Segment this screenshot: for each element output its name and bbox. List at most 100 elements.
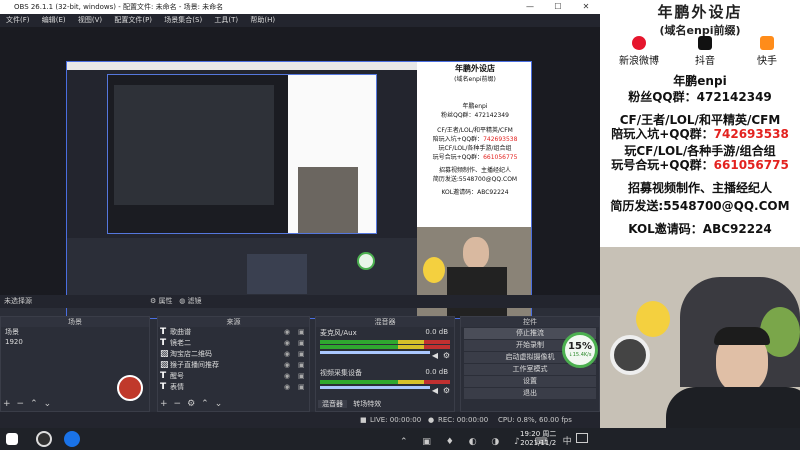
eye-icon[interactable]: ◉ — [284, 371, 290, 382]
add-icon[interactable]: + — [160, 399, 168, 409]
rec-icon: ● — [428, 416, 435, 424]
live-icon: ■ — [360, 416, 367, 424]
down-arrow-icon[interactable]: ⌄ — [44, 399, 52, 409]
speaker-icon[interactable]: ◀ — [432, 386, 438, 395]
source-item[interactable]: T 表情 ◉ ▣ — [158, 382, 309, 393]
eye-icon[interactable]: ◉ — [284, 382, 290, 393]
kuaishou-icon — [760, 36, 774, 50]
source-label: 表情 — [170, 383, 184, 391]
scene-item[interactable]: 1920 — [1, 337, 149, 347]
cpu-badge: 15% ↓15.4K/s — [562, 332, 598, 368]
windows-taskbar: ⌃ ▣ ♦ ◐ ◑ ♪ ⌨ 中 19:20 周二 2021/11/2 — [0, 428, 800, 450]
preview-area[interactable]: 年鹏外设店 (域名enpi前缀) 年鹏enpi 粉丝QQ群：472142349 … — [0, 27, 600, 319]
close-button[interactable]: ✕ — [576, 0, 596, 14]
clock-date: 2021/11/2 — [520, 439, 557, 447]
menu-profile[interactable]: 配置文件(P) — [114, 16, 152, 24]
obs-statusbar: ■ LIVE: 00:00:00 ● REC: 00:00:00 CPU: 0.… — [0, 412, 600, 428]
source-item[interactable]: ▨猴子直播间推荐 ◉ ▣ — [158, 360, 309, 371]
menu-scene-collection[interactable]: 场景集合(S) — [164, 16, 202, 24]
canvas-line1: CF/王者/LOL/和平精英/CFM — [437, 127, 513, 134]
text-source-icon: T — [160, 382, 167, 392]
gear-icon[interactable]: ⚙ — [187, 399, 195, 409]
browser-taskbar-icon[interactable] — [64, 431, 80, 447]
preview-canvas[interactable]: 年鹏外设店 (域名enpi前缀) 年鹏enpi 粉丝QQ群：472142349 … — [66, 61, 532, 319]
menu-help[interactable]: 帮助(H) — [250, 16, 275, 24]
canvas-line6: 简历发送:5548700@QQ.COM — [432, 176, 518, 183]
channel-db: 0.0 dB — [425, 328, 448, 336]
eye-icon[interactable]: ◉ — [284, 327, 290, 338]
promo-line2-prefix: 陪玩入坑+QQ群： — [611, 127, 714, 141]
promo-line6: 简历发送:5548700@QQ.COM — [610, 199, 790, 213]
scene-item[interactable]: 场景 — [1, 327, 149, 337]
remove-icon[interactable]: − — [17, 399, 25, 409]
eye-icon[interactable]: ◉ — [284, 338, 290, 349]
lock-icon[interactable]: ▣ — [298, 327, 305, 338]
windows-start-icon[interactable] — [6, 433, 18, 445]
tab-transitions[interactable]: 转场特效 — [349, 400, 385, 408]
volume-slider[interactable] — [320, 386, 431, 389]
text-source-icon: T — [160, 371, 167, 381]
sources-dock: 来源 T 歌曲谱 ◉ ▣ T 镜老二 ◉ ▣ ▨淘宝店二维码 ◉ ▣ ▨猴子直播间推荐 ◉ ▣ T醒… — [157, 316, 310, 412]
menu-tools[interactable]: 工具(T) — [214, 16, 238, 24]
properties-tabs: ⚙ 属性 ◍ 滤镜 — [150, 295, 202, 308]
notification-icon[interactable] — [576, 433, 588, 443]
gear-icon[interactable]: ⚙ — [443, 351, 450, 360]
eye-icon[interactable]: ◉ — [284, 360, 290, 371]
window-titlebar: OBS 26.1.1 (32-bit, windows) - 配置文件: 未命名… — [0, 0, 600, 14]
scenes-header: 场景 — [1, 317, 149, 327]
exit-button[interactable]: 退出 — [464, 388, 596, 399]
settings-button[interactable]: 设置 — [464, 376, 596, 387]
taskbar-clock[interactable]: 19:20 周二 2021/11/2 — [520, 429, 556, 447]
social-label: 快手 — [757, 56, 777, 67]
mixer-channel: 视频采集设备 0.0 dB — [316, 367, 454, 379]
lock-icon[interactable]: ▣ — [298, 371, 305, 382]
lock-icon[interactable]: ▣ — [298, 349, 305, 360]
canvas-subtitle: (域名enpi前缀) — [454, 76, 496, 83]
eye-icon[interactable]: ◉ — [284, 349, 290, 360]
promo-line2-num: 742693538 — [713, 127, 789, 141]
speaker-icon[interactable]: ◀ — [432, 351, 438, 360]
lock-icon[interactable]: ▣ — [298, 382, 305, 393]
gear-icon[interactable]: ⚙ — [443, 386, 450, 395]
up-arrow-icon[interactable]: ⌃ — [30, 399, 38, 409]
cpu-percent: 15% — [568, 341, 592, 352]
source-item[interactable]: T 醒号 ◉ ▣ — [158, 371, 309, 382]
menu-file[interactable]: 文件(F) — [6, 16, 30, 24]
menu-view[interactable]: 视图(V) — [78, 16, 102, 24]
tab-properties[interactable]: 属性 — [159, 297, 173, 305]
source-item[interactable]: ▨淘宝店二维码 ◉ ▣ — [158, 349, 309, 360]
social-weibo: 新浪微博 — [614, 36, 664, 67]
channel-name: 视频采集设备 — [320, 369, 362, 377]
up-arrow-icon[interactable]: ⌃ — [201, 399, 209, 409]
source-label: 醒号 — [170, 372, 184, 380]
tab-filters[interactable]: 滤镜 — [188, 297, 202, 305]
promo-line2: 陪玩入坑+QQ群：742693538 — [600, 125, 800, 142]
add-icon[interactable]: + — [3, 399, 11, 409]
source-item[interactable]: T 歌曲谱 ◉ ▣ — [158, 327, 309, 338]
streamer-name: 年鹏enpi — [673, 74, 727, 88]
volume-row: ◀ ⚙ — [316, 351, 454, 361]
minimize-button[interactable]: — — [520, 0, 540, 14]
source-item[interactable]: T 镜老二 ◉ ▣ — [158, 338, 309, 349]
menu-edit[interactable]: 编辑(E) — [42, 16, 66, 24]
lock-icon[interactable]: ▣ — [298, 360, 305, 371]
nested-titlebar — [67, 62, 417, 70]
canvas-line4-num: 661056775 — [483, 154, 518, 161]
image-source-icon: ▨ — [160, 349, 169, 359]
maximize-button[interactable]: ☐ — [548, 0, 568, 14]
nested-cpu-badge — [357, 252, 375, 270]
remove-icon[interactable]: − — [174, 399, 182, 409]
nested-obs-inner — [114, 85, 274, 205]
pikachu-plush-icon — [423, 257, 445, 283]
tab-mixer[interactable]: 混音器 — [318, 400, 347, 408]
lock-icon[interactable]: ▣ — [298, 338, 305, 349]
canvas-line2-num: 742693538 — [483, 136, 518, 143]
husky-plush-icon — [610, 335, 650, 375]
down-arrow-icon[interactable]: ⌄ — [215, 399, 223, 409]
obs-taskbar-icon[interactable] — [36, 431, 52, 447]
cpu-speed: ↓15.4K/s — [568, 352, 592, 358]
cpu-fps: CPU: 0.8%, 60.00 fps — [498, 416, 572, 424]
fans-qq: 粉丝QQ群：472142349 — [628, 90, 772, 104]
canvas-line5: 招募视频制作、主播经纪人 — [438, 167, 511, 174]
volume-slider[interactable] — [320, 351, 431, 354]
